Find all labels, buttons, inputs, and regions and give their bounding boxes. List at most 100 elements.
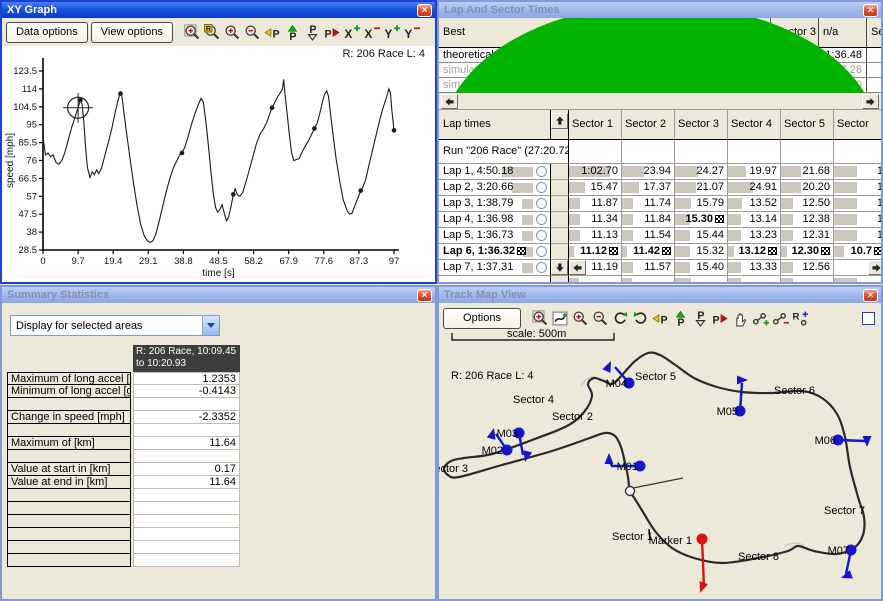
lap-sector-window: Lap And Sector Times × BestSector 1n/aSe…: [437, 0, 883, 284]
track-map-titlebar[interactable]: Track Map View ×: [439, 287, 881, 303]
lap-radio[interactable]: [536, 262, 547, 273]
lap-row-label[interactable]: Lap 3, 1:38.79: [439, 196, 551, 212]
speed-time-chart-area[interactable]: R: 206 Race L: 4 28.53847.55766.57685.59…: [2, 46, 435, 282]
pan-up-icon[interactable]: P: [284, 23, 302, 41]
view-options-button[interactable]: View options: [91, 22, 173, 43]
map-marker-M07[interactable]: M07: [828, 545, 857, 579]
stats-row-label: [7, 528, 131, 541]
speed-time-chart[interactable]: 28.53847.55766.57685.595104.5114123.509.…: [2, 46, 435, 282]
zoom-out-icon[interactable]: [591, 309, 609, 327]
lap-row-label[interactable]: Lap 5, 1:36.73: [439, 228, 551, 244]
y-plus-icon[interactable]: Y: [384, 23, 402, 41]
hand-icon[interactable]: [731, 309, 749, 327]
zoom-reset-icon[interactable]: R: [204, 23, 222, 41]
sector-column-header: Sector 4: [728, 110, 781, 140]
start-finish-marker[interactable]: [626, 478, 684, 496]
page-title: Summary Statistics: [7, 289, 109, 301]
map-marker-M05[interactable]: M05: [717, 376, 748, 419]
rotate-ccw-icon[interactable]: [631, 309, 649, 327]
play-icon[interactable]: P: [711, 309, 729, 327]
close-icon[interactable]: ×: [417, 4, 432, 17]
lap-row-label[interactable]: Lap 6, 1:36.32: [439, 244, 551, 260]
lap-row-label[interactable]: Lap 1, 4:50.18: [439, 164, 551, 180]
play-icon[interactable]: P: [324, 23, 342, 41]
close-icon[interactable]: ×: [417, 289, 432, 302]
stats-row-value: 11.64: [133, 476, 240, 489]
map-marker-Marker-1[interactable]: Marker 1: [649, 529, 708, 593]
run-row-cell: [728, 140, 781, 164]
close-icon[interactable]: ×: [863, 289, 878, 302]
lap-row-label[interactable]: Lap 7, 1:37.31: [439, 260, 551, 276]
stats-row-value: [133, 450, 240, 463]
close-icon[interactable]: ×: [863, 4, 878, 17]
node-r-icon[interactable]: R: [791, 309, 809, 327]
map-marker-M06[interactable]: M06: [815, 435, 872, 448]
zoom-in-icon[interactable]: [571, 309, 589, 327]
svg-text:97: 97: [389, 256, 400, 267]
summary-statistics-window: Summary Statistics × Display for selecte…: [0, 285, 437, 601]
lap-row-label[interactable]: Lap 2, 3:20.66: [439, 180, 551, 196]
pan-left-icon[interactable]: P: [651, 309, 669, 327]
zoom-out-icon[interactable]: [244, 23, 262, 41]
pan-down-icon[interactable]: P: [691, 309, 709, 327]
fit-track-icon[interactable]: [551, 309, 569, 327]
rotate-cw-icon[interactable]: [611, 309, 629, 327]
best-row-label[interactable]: theoretical, 12:50.88: [439, 48, 579, 63]
sector-label: Sector 4: [513, 394, 554, 406]
x-minus-icon[interactable]: X: [364, 23, 382, 41]
lap-row-partial: [728, 276, 781, 284]
stats-row-label: [7, 489, 131, 502]
pan-up-icon[interactable]: P: [671, 309, 689, 327]
svg-text:Y: Y: [405, 27, 413, 40]
pan-left-icon[interactable]: P: [264, 23, 282, 41]
sector-label: Sector 1: [612, 531, 653, 543]
lap-row-label[interactable]: Lap 4, 1:36.98: [439, 212, 551, 228]
selected-radio[interactable]: [563, 50, 574, 61]
map-checkbox[interactable]: [862, 312, 875, 325]
zoom-window-icon[interactable]: [184, 23, 202, 41]
x-plus-icon[interactable]: X: [344, 23, 362, 41]
zoom-in-icon[interactable]: [224, 23, 242, 41]
scroll-left-button[interactable]: [441, 94, 458, 109]
y-minus-icon[interactable]: Y: [404, 23, 422, 41]
run-lap-label: R: 206 Race L: 4: [451, 370, 534, 382]
svg-text:R: R: [792, 311, 799, 322]
lap-sector-cell: 15.47: [569, 180, 622, 196]
scroll-left-button[interactable]: [569, 260, 586, 275]
lap-radio[interactable]: [536, 166, 547, 177]
zoom-window-icon[interactable]: [531, 309, 549, 327]
lap-radio[interactable]: [536, 230, 547, 241]
sector-label: Sector 2: [552, 411, 593, 423]
stats-row-label: Value at start in [km]: [7, 463, 131, 476]
stats-row-value: [133, 515, 240, 528]
map-marker-M01[interactable]: M01: [605, 453, 646, 473]
chevron-down-icon[interactable]: [202, 316, 219, 335]
map-toolbar-icons: PPPPR: [531, 309, 809, 327]
lap-radio[interactable]: [536, 214, 547, 225]
lap-sector-cell: 10.7: [834, 244, 883, 260]
data-options-button[interactable]: Data options: [6, 22, 88, 43]
node-remove-icon[interactable]: [771, 309, 789, 327]
scroll-up-button[interactable]: [551, 113, 568, 129]
best-flag-icon: [715, 215, 724, 223]
run-row-label[interactable]: Run "206 Race" (27:20.72): [439, 140, 569, 164]
lap-sector-titlebar[interactable]: Lap And Sector Times ×: [439, 2, 881, 18]
lap-sector-cell: 13.14: [728, 212, 781, 228]
scroll-right-button[interactable]: [868, 260, 883, 275]
stats-row-value: -2.3352: [133, 411, 240, 424]
lap-radio[interactable]: [536, 182, 547, 193]
scroll-down-button[interactable]: [551, 260, 568, 275]
xy-graph-titlebar[interactable]: XY Graph ×: [2, 2, 435, 18]
svg-text:38: 38: [26, 227, 37, 238]
scroll-right-button[interactable]: [862, 94, 879, 109]
best-flag-icon: [609, 247, 618, 255]
options-button[interactable]: Options: [443, 308, 521, 329]
node-add-icon[interactable]: [751, 309, 769, 327]
display-mode-select[interactable]: Display for selected areas: [10, 315, 220, 336]
track-map[interactable]: Sector 5Sector 6Sector 4Sector 2Sector 7…: [439, 287, 881, 599]
lap-radio[interactable]: [536, 246, 547, 257]
lap-sector-cell: 13.33: [728, 260, 781, 276]
summary-titlebar[interactable]: Summary Statistics ×: [2, 287, 435, 303]
pan-down-icon[interactable]: P: [304, 23, 322, 41]
lap-radio[interactable]: [536, 198, 547, 209]
